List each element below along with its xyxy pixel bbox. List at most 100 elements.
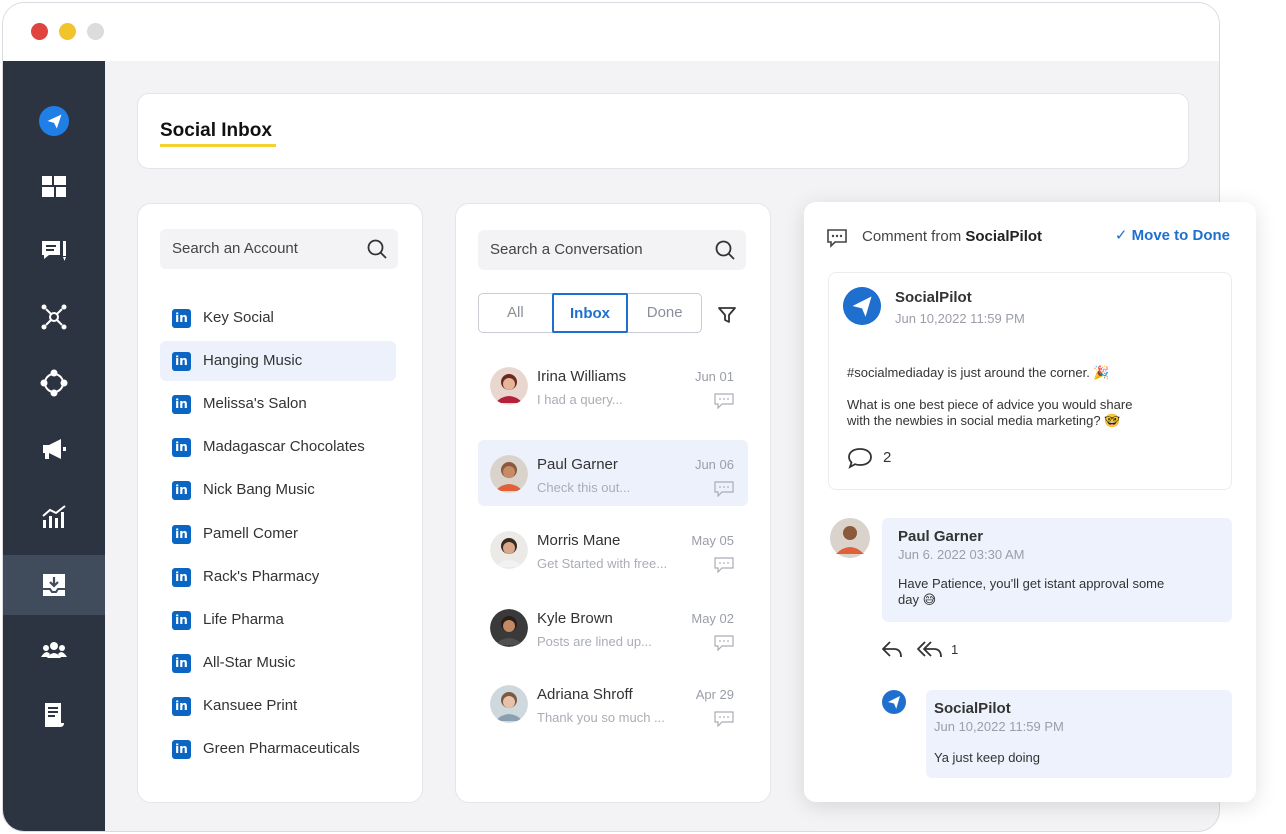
- sidebar-item-dashboard[interactable]: [3, 157, 105, 217]
- avatar: [490, 609, 528, 647]
- account-item[interactable]: in Melissa's Salon: [160, 384, 396, 424]
- inbox-icon: [43, 574, 65, 596]
- reply-text: Ya just keep doing: [934, 750, 1040, 765]
- minimize-window-button[interactable]: [59, 23, 76, 40]
- tab-done[interactable]: Done: [628, 294, 701, 332]
- comment-author: Paul Garner: [898, 528, 984, 545]
- avatar: [490, 455, 528, 493]
- accounts-panel: Search an Account in Key Social in Hanging …: [137, 203, 423, 803]
- tab-inbox[interactable]: Inbox: [551, 293, 629, 333]
- conversation-date: May 02: [691, 611, 734, 626]
- conversation-name: Kyle Brown: [537, 610, 613, 627]
- conversation-name: Adriana Shroff: [537, 686, 633, 703]
- account-item[interactable]: in Green Pharmaceuticals: [160, 729, 396, 769]
- conversation-search-placeholder: Search a Conversation: [490, 241, 643, 258]
- account-item[interactable]: in Hanging Music: [160, 341, 396, 381]
- account-item[interactable]: in Rack's Pharmacy: [160, 557, 396, 597]
- account-name: Rack's Pharmacy: [203, 568, 320, 585]
- close-window-button[interactable]: [31, 23, 48, 40]
- account-item[interactable]: in All-Star Music: [160, 643, 396, 683]
- linkedin-icon: in: [172, 740, 191, 759]
- filter-icon[interactable]: [716, 304, 738, 326]
- comment-icon: [827, 229, 847, 248]
- sidebar-item-team[interactable]: [3, 621, 105, 681]
- post-text-line: #socialmediaday is just around the corne…: [847, 365, 1110, 380]
- sidebar-item-posts[interactable]: [3, 221, 105, 281]
- sidebar-item-inbox[interactable]: [3, 555, 105, 615]
- conversation-date: Jun 06: [694, 457, 734, 472]
- post-text-line: What is one best piece of advice you wou…: [847, 397, 1133, 412]
- message-icon: [714, 557, 734, 573]
- check-icon: ✓: [1114, 227, 1128, 244]
- post-text-line: with the newbies in social media marketi…: [847, 413, 1121, 428]
- reply-bubble: SocialPilot Jun 10,2022 11:59 PM Ya just…: [926, 690, 1232, 778]
- conversation-preview: Posts are lined up...: [537, 634, 652, 649]
- account-search-input[interactable]: Search an Account: [160, 229, 398, 269]
- maximize-window-button[interactable]: [87, 23, 104, 40]
- title-underline: [160, 144, 276, 147]
- conversation-preview: Check this out...: [537, 480, 631, 495]
- conversation-item[interactable]: Kyle Brown Posts are lined up... May 02: [478, 594, 748, 660]
- reply-icon[interactable]: [880, 638, 904, 660]
- reports-icon: [45, 703, 64, 727]
- sidebar-item-network[interactable]: [3, 287, 105, 347]
- linkedin-icon: in: [172, 525, 191, 544]
- account-item[interactable]: in Madagascar Chocolates: [160, 427, 396, 467]
- sidebar-item-integrations[interactable]: [3, 353, 105, 413]
- conversation-item[interactable]: Morris Mane Get Started with free... May 0…: [478, 516, 748, 582]
- account-item[interactable]: in Kansuee Print: [160, 686, 396, 726]
- account-item[interactable]: in Life Pharma: [160, 600, 396, 640]
- conversation-date: Apr 29: [695, 687, 734, 702]
- conversation-search-input[interactable]: Search a Conversation: [478, 230, 746, 270]
- sidebar-item-reports[interactable]: [3, 685, 105, 745]
- posts-icon: [42, 241, 66, 261]
- linkedin-icon: in: [172, 697, 191, 716]
- sidebar: [3, 61, 105, 831]
- analytics-icon: [42, 505, 66, 528]
- conversation-item[interactable]: Adriana Shroff Thank you so much ... Apr 2…: [478, 670, 748, 736]
- socialpilot-avatar-icon: [843, 287, 881, 325]
- conversation-item[interactable]: Irina Williams I had a query... Jun 01: [478, 352, 748, 418]
- conversations-panel: Search a Conversation All Inbox Done Iri…: [455, 203, 771, 803]
- conversation-tabs: All Inbox Done: [478, 293, 702, 333]
- conversation-date: Jun 01: [694, 369, 734, 384]
- integrations-icon: [40, 369, 68, 397]
- search-icon[interactable]: [366, 238, 388, 260]
- title-bar: [3, 3, 1219, 61]
- conversation-date: May 05: [691, 533, 734, 548]
- message-icon: [714, 635, 734, 651]
- reply-author: SocialPilot: [934, 700, 1011, 717]
- account-item[interactable]: in Key Social: [160, 298, 396, 338]
- comment-text-line: day 😅: [898, 592, 937, 607]
- account-name: Nick Bang Music: [203, 481, 315, 498]
- account-item[interactable]: in Pamell Comer: [160, 514, 396, 554]
- tab-all[interactable]: All: [479, 294, 552, 332]
- avatar-paul-garner: [830, 518, 870, 558]
- account-name: Hanging Music: [203, 352, 303, 369]
- account-name: Madagascar Chocolates: [203, 438, 365, 455]
- account-item[interactable]: in Nick Bang Music: [160, 470, 396, 510]
- detail-header-prefix: Comment from: [862, 228, 962, 245]
- account-name: Key Social: [203, 309, 274, 326]
- avatar: [490, 531, 528, 569]
- comment-time: Jun 6. 2022 03:30 AM: [898, 547, 1025, 562]
- post-author: SocialPilot: [895, 289, 972, 306]
- comment-count-icon[interactable]: [847, 447, 873, 469]
- linkedin-icon: in: [172, 352, 191, 371]
- reply-count: 1: [951, 642, 959, 657]
- sidebar-item-campaigns[interactable]: [3, 419, 105, 479]
- page-title: Social Inbox: [160, 120, 272, 141]
- conversation-item[interactable]: Paul Garner Check this out... Jun 06: [478, 440, 748, 506]
- linkedin-icon: in: [172, 395, 191, 414]
- account-name: Green Pharmaceuticals: [203, 740, 360, 757]
- account-name: Melissa's Salon: [203, 395, 307, 412]
- reply-time: Jun 10,2022 11:59 PM: [934, 719, 1064, 734]
- move-to-done-button[interactable]: ✓ Move to Done: [1115, 226, 1230, 244]
- reply-all-icon[interactable]: [916, 638, 944, 660]
- message-icon: [714, 393, 734, 409]
- sidebar-logo[interactable]: [3, 91, 105, 151]
- account-name: Kansuee Print: [203, 697, 298, 714]
- dashboard-icon: [42, 176, 66, 197]
- search-icon[interactable]: [714, 239, 736, 261]
- sidebar-item-analytics[interactable]: [3, 487, 105, 547]
